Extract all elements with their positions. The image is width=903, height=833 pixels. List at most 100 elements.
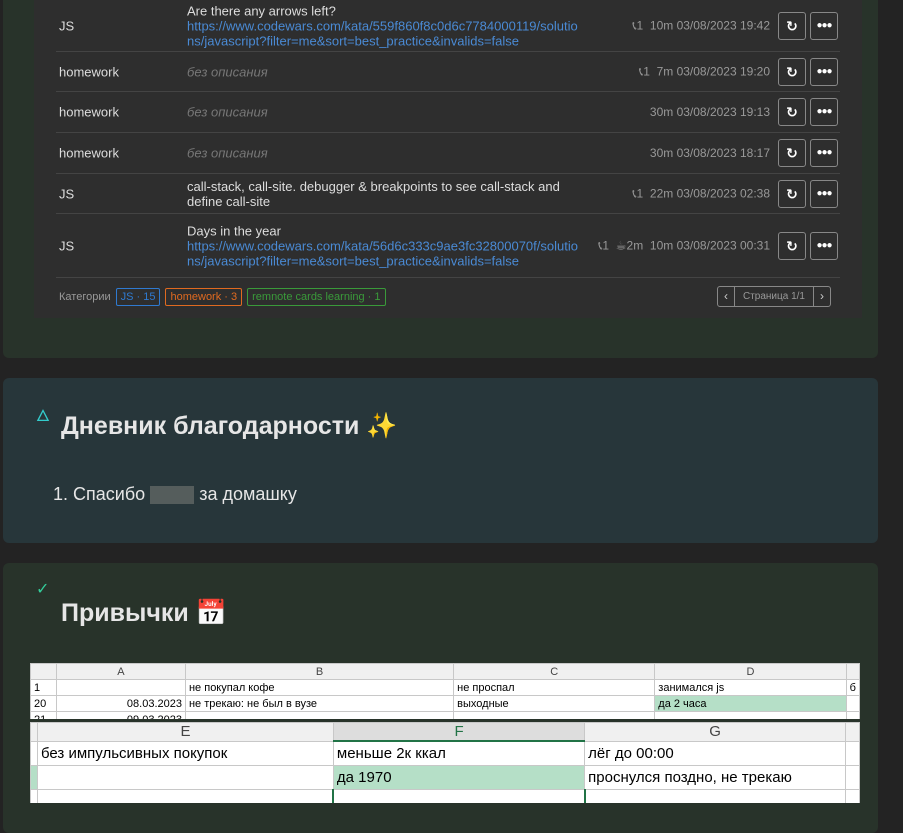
- sheet-cell: б: [845, 679, 860, 696]
- column-header: [30, 663, 57, 680]
- sheet-cell: [654, 711, 847, 719]
- duration: 22m: [649, 186, 674, 200]
- entry-meta: 📞︎1 22m 03/08/2023 02:38: [632, 186, 770, 201]
- sheet-cell: [453, 711, 656, 719]
- table-row: homework без описания 📞︎1 7m 03/08/2023 …: [56, 52, 840, 92]
- restart-button[interactable]: ↻: [778, 231, 806, 260]
- table-row: JS Days in the year https://www.codewars.…: [56, 214, 840, 278]
- redo-icon: ↻: [786, 185, 798, 202]
- sheet-cell: проснулся поздно, не трекаю: [584, 764, 847, 790]
- more-options-button[interactable]: ●●●: [810, 139, 838, 167]
- next-page-button[interactable]: ›: [814, 287, 830, 306]
- category-tag[interactable]: remnote cards learning · 1: [247, 288, 386, 306]
- sheet-row: 1 не покупал кофе не проспал занимался js б: [30, 679, 860, 696]
- column-header: B: [184, 663, 455, 680]
- entry-meta: 📞︎1 10m 03/08/2023 19:42: [632, 18, 770, 33]
- duration: 30m: [649, 105, 674, 119]
- entry-description: Days in the year https://www.codewars.com…: [187, 223, 582, 268]
- habits-sheet-screenshot-2: E F Gбез импульсивных покупок меньше 2к кка…: [30, 719, 860, 803]
- category-tag[interactable]: homework · 3: [165, 288, 243, 306]
- item-text: за домашку: [199, 484, 297, 504]
- categories-bar: Категории JS · 15 homework · 3 remnote card…: [59, 288, 386, 306]
- redo-icon: ↻: [786, 17, 798, 34]
- sheet-cell: занимался js: [654, 679, 847, 696]
- more-options-button[interactable]: ●●●: [810, 57, 838, 86]
- column-header: C: [453, 663, 656, 680]
- call-count: 1: [643, 64, 650, 78]
- sheet-cell: 08.03.2023: [55, 695, 186, 712]
- sheet-cell: да 2 часа: [654, 695, 847, 712]
- datetime: 03/08/2023 00:31: [676, 238, 770, 252]
- sheet-cell: без импульсивных покупок: [37, 740, 334, 766]
- sheet-cell: лёг до 00:00: [584, 740, 847, 766]
- entry-category: JS: [59, 186, 75, 201]
- entry-meta: 📞︎1 ☕︎2m 10m 03/08/2023 00:31: [598, 238, 770, 253]
- entry-link[interactable]: https://www.codewars.com/kata/56d6c333c9…: [187, 238, 578, 268]
- gratitude-title: Дневник благодарности ✨: [61, 412, 398, 440]
- ellipsis-icon: ●●●: [816, 19, 832, 31]
- entry-category: homework: [59, 64, 119, 79]
- column-header: D: [654, 663, 847, 680]
- entry-title: Days in the year: [187, 223, 281, 238]
- no-description: без описания: [187, 145, 268, 161]
- table-row: JS Are there any arrows left? https://www…: [56, 0, 840, 52]
- sheet-cell: [845, 695, 860, 712]
- entry-category: JS: [59, 238, 75, 253]
- column-header: F: [332, 722, 586, 742]
- gratitude-item: 1. Спасибо за домашку: [53, 484, 297, 505]
- restart-button[interactable]: ↻: [778, 179, 806, 208]
- category-tag[interactable]: JS · 15: [115, 288, 161, 306]
- sheet-cell: 20: [30, 695, 57, 712]
- ellipsis-icon: ●●●: [816, 239, 832, 251]
- flame-icon: 🜂: [36, 408, 50, 425]
- sheet-header-row: ABCD: [30, 663, 860, 680]
- time-log-panel: JS Are there any arrows left? https://www…: [34, 0, 862, 318]
- break-duration: 2m: [626, 238, 644, 252]
- call-count: 1: [636, 18, 644, 32]
- redo-icon: ↻: [786, 237, 798, 254]
- sheet-cell: не проспал: [453, 679, 656, 696]
- table-row: homework без описания 30m 03/08/2023 18:…: [56, 133, 840, 174]
- ellipsis-icon: ●●●: [816, 106, 832, 117]
- entry-link[interactable]: https://www.codewars.com/kata/559f860f8c…: [187, 18, 578, 48]
- entry-description: без описания: [187, 146, 582, 161]
- entry-description: без описания: [187, 105, 582, 120]
- pagination: ‹ Страница 1/1 ›: [716, 286, 831, 307]
- restart-button[interactable]: ↻: [778, 139, 806, 167]
- duration: 7m: [656, 64, 674, 78]
- column-header: A: [55, 663, 186, 680]
- coffee-icon: ☕︎: [615, 238, 627, 252]
- entry-description: без описания: [187, 64, 582, 79]
- table-row: JS call-stack, call-site. debugger & bre…: [56, 174, 840, 214]
- entry-title: Are there any arrows left?: [187, 3, 336, 18]
- checkmark-icon: ✓: [36, 581, 50, 598]
- datetime: 03/08/2023 19:20: [676, 64, 770, 78]
- ellipsis-icon: ●●●: [816, 147, 832, 158]
- duration: 10m: [649, 238, 674, 252]
- more-options-button[interactable]: ●●●: [810, 231, 838, 260]
- item-number: 1.: [53, 484, 69, 504]
- entry-meta: 📞︎1 7m 03/08/2023 19:20: [639, 64, 770, 79]
- more-options-button[interactable]: ●●●: [810, 98, 838, 126]
- sheet-cell: [55, 679, 186, 696]
- no-description: без описания: [187, 64, 268, 79]
- sheet-cell: 21: [30, 711, 57, 719]
- more-options-button[interactable]: ●●●: [810, 179, 838, 208]
- prev-page-button[interactable]: ‹: [718, 287, 734, 306]
- sheet-cell: не покупал кофе: [184, 679, 455, 696]
- redo-icon: ↻: [786, 63, 798, 80]
- habits-title: Привычки 📅: [61, 599, 227, 627]
- gratitude-card: 🜂 Дневник благодарности ✨ 1. Спасибо за …: [3, 378, 878, 543]
- more-options-button[interactable]: ●●●: [810, 11, 838, 40]
- restart-button[interactable]: ↻: [778, 11, 806, 40]
- call-count: 1: [602, 238, 610, 252]
- restart-button[interactable]: ↻: [778, 57, 806, 86]
- categories-label: Категории: [59, 291, 111, 303]
- sheet-cell: да 1970: [332, 764, 586, 790]
- sheet-row: без импульсивных покупок меньше 2к ккал лё…: [30, 740, 860, 766]
- sheet-cell: [184, 711, 455, 719]
- restart-button[interactable]: ↻: [778, 98, 806, 126]
- sheet-header-row: EFG: [30, 722, 860, 742]
- sheet-cell: 1: [30, 679, 57, 696]
- call-count: 1: [636, 186, 644, 200]
